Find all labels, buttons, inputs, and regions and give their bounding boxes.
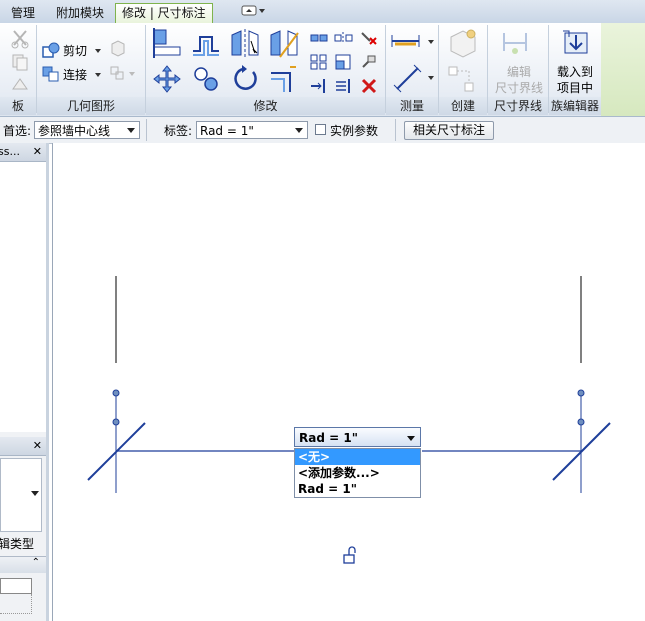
edit-witness-lines-icon[interactable] bbox=[500, 29, 530, 57]
tab-manage[interactable]: 管理 bbox=[5, 4, 41, 22]
right-witness-grip-top[interactable] bbox=[577, 389, 585, 397]
measure-between-references-icon[interactable] bbox=[389, 31, 425, 51]
copy-icon[interactable] bbox=[10, 53, 30, 71]
dimension-drawing bbox=[87, 276, 611, 564]
mirror-draw-axis-icon[interactable] bbox=[268, 27, 300, 59]
instance-parameter-checkbox[interactable] bbox=[315, 124, 326, 135]
ribbon-minimize-button[interactable] bbox=[234, 4, 272, 22]
measure-dropdown-arrow-icon[interactable] bbox=[428, 40, 434, 44]
cut-geometry-icon[interactable] bbox=[40, 41, 62, 61]
pin-icon[interactable] bbox=[359, 53, 379, 71]
panel-title-modify: 修改 bbox=[146, 97, 385, 115]
label-label: 标签: bbox=[164, 124, 193, 138]
split-with-gap-icon[interactable] bbox=[334, 29, 354, 47]
panel-title-witness-lines: 尺寸界线 bbox=[488, 97, 548, 115]
load-into-project-icon[interactable] bbox=[559, 27, 591, 59]
load-into-project-label-line1: 载入到 bbox=[556, 65, 593, 79]
left-palettes: ss... ✕ ✕ 辑类型 ⌃ bbox=[0, 143, 49, 621]
ribbon: 板 剪切 连接 几何图形 修改 测量 创建 编辑 尺寸界线 尺寸界线 载入到 项… bbox=[0, 23, 645, 117]
lock-icon[interactable] bbox=[343, 546, 356, 564]
instance-parameter-label: 实例参数 bbox=[330, 124, 379, 138]
join-geometry-label[interactable]: 连接 bbox=[63, 66, 87, 83]
palette-header-top: ss... ✕ bbox=[0, 143, 46, 162]
edit-witness-lines-label-line2: 尺寸界线 bbox=[494, 81, 543, 95]
optionbar-separator bbox=[146, 119, 147, 141]
close-icon[interactable]: ✕ bbox=[33, 437, 42, 455]
close-icon[interactable]: ✕ bbox=[33, 143, 42, 161]
drawing-canvas[interactable] bbox=[52, 143, 645, 621]
label-chevron-down-icon bbox=[295, 128, 303, 133]
tab-modify-dimensions[interactable]: 修改 | 尺寸标注 bbox=[115, 3, 213, 24]
mirror-pick-axis-icon[interactable] bbox=[229, 27, 261, 59]
edit-witness-lines-label-line1: 编辑 bbox=[506, 65, 531, 79]
prefer-chevron-down-icon bbox=[127, 128, 135, 133]
cut-scissors-icon[interactable] bbox=[10, 29, 30, 49]
cut-geometry-label[interactable]: 剪切 bbox=[63, 42, 87, 59]
right-witness-grip[interactable] bbox=[577, 418, 585, 426]
dimension-label-options: <无> <添加参数...> Rad = 1" bbox=[294, 448, 421, 498]
trim-extend-single-icon[interactable] bbox=[309, 77, 329, 95]
unpin-icon[interactable] bbox=[359, 29, 379, 47]
trim-extend-multiple-icon[interactable] bbox=[334, 77, 354, 95]
create-similar-icon[interactable] bbox=[445, 27, 479, 59]
palette-header-properties: ✕ bbox=[0, 437, 46, 456]
panel-title-measure: 测量 bbox=[386, 97, 438, 115]
edit-witness-lines-label[interactable]: 编辑 尺寸界线 bbox=[490, 64, 548, 96]
related-dimensions-button[interactable]: 相关尺寸标注 bbox=[404, 121, 494, 140]
offset-icon[interactable] bbox=[190, 27, 222, 59]
align-icon[interactable] bbox=[151, 27, 183, 59]
copy-element-icon[interactable] bbox=[190, 63, 222, 95]
scale-icon[interactable] bbox=[334, 53, 354, 71]
prefer-select[interactable]: 参照墙中心线 bbox=[34, 121, 140, 139]
prefer-label: 首选: bbox=[3, 124, 32, 138]
panel-title-geometry: 几何图形 bbox=[37, 97, 145, 115]
ribbon-right-filler bbox=[601, 23, 645, 116]
type-selector[interactable] bbox=[0, 458, 42, 532]
chevron-down-icon bbox=[407, 436, 415, 441]
edit-type-button[interactable]: 辑类型 bbox=[0, 535, 34, 552]
options-bar: 首选: 参照墙中心线 标签: Rad = 1" 实例参数 相关尺寸标注 bbox=[0, 117, 645, 144]
split-face-icon[interactable] bbox=[108, 63, 138, 83]
join-dropdown-arrow-icon[interactable] bbox=[95, 73, 101, 77]
panel-title-family-editor: 族编辑器 bbox=[549, 97, 601, 115]
label-select-value: Rad = 1" bbox=[200, 124, 254, 138]
load-into-project-label[interactable]: 载入到 项目中 bbox=[550, 64, 600, 96]
tab-addins[interactable]: 附加模块 bbox=[50, 4, 110, 22]
delete-icon[interactable] bbox=[359, 77, 379, 95]
left-witness-grip[interactable] bbox=[112, 418, 120, 426]
chevron-up-icon: ⌃ bbox=[31, 557, 40, 568]
panel-title-clipboard: 板 bbox=[0, 97, 36, 115]
load-into-project-label-line2: 项目中 bbox=[556, 81, 593, 95]
match-properties-icon[interactable] bbox=[10, 75, 30, 93]
project-browser-area[interactable] bbox=[0, 162, 46, 432]
split-element-icon[interactable] bbox=[309, 29, 329, 47]
ribbon-tab-bar: 管理 附加模块 修改 | 尺寸标注 bbox=[0, 0, 645, 24]
option-add-parameter[interactable]: <添加参数...> bbox=[295, 465, 420, 481]
properties-collapse-bar[interactable]: ⌃ bbox=[0, 556, 46, 573]
wall-cube-icon[interactable] bbox=[108, 38, 128, 58]
prefer-select-value: 参照墙中心线 bbox=[38, 124, 111, 138]
palette-title-top: ss... bbox=[0, 145, 20, 158]
dimension-dropdown-arrow-icon[interactable] bbox=[428, 76, 434, 80]
properties-grid-cell bbox=[0, 594, 32, 614]
trim-extend-corner-icon[interactable] bbox=[268, 63, 300, 95]
ribbon-toggle-icon bbox=[241, 5, 265, 16]
label-select[interactable]: Rad = 1" bbox=[196, 121, 308, 139]
optionbar-separator bbox=[395, 119, 396, 141]
option-rad[interactable]: Rad = 1" bbox=[295, 481, 420, 497]
chevron-down-icon bbox=[31, 491, 39, 496]
array-icon[interactable] bbox=[309, 53, 329, 71]
aligned-dimension-icon[interactable] bbox=[392, 63, 424, 93]
left-witness-grip-top[interactable] bbox=[112, 389, 120, 397]
cut-dropdown-arrow-icon[interactable] bbox=[95, 49, 101, 53]
properties-value-field[interactable] bbox=[0, 578, 32, 594]
dimension-label-select[interactable]: Rad = 1" bbox=[294, 427, 421, 447]
option-none[interactable]: <无> bbox=[295, 449, 420, 465]
create-group-icon[interactable] bbox=[445, 63, 479, 95]
panel-title-create: 创建 bbox=[439, 97, 487, 115]
dimension-label-value: Rad = 1" bbox=[299, 431, 358, 445]
join-geometry-icon[interactable] bbox=[40, 64, 62, 84]
move-icon[interactable] bbox=[151, 63, 183, 95]
rotate-icon[interactable] bbox=[229, 63, 261, 95]
